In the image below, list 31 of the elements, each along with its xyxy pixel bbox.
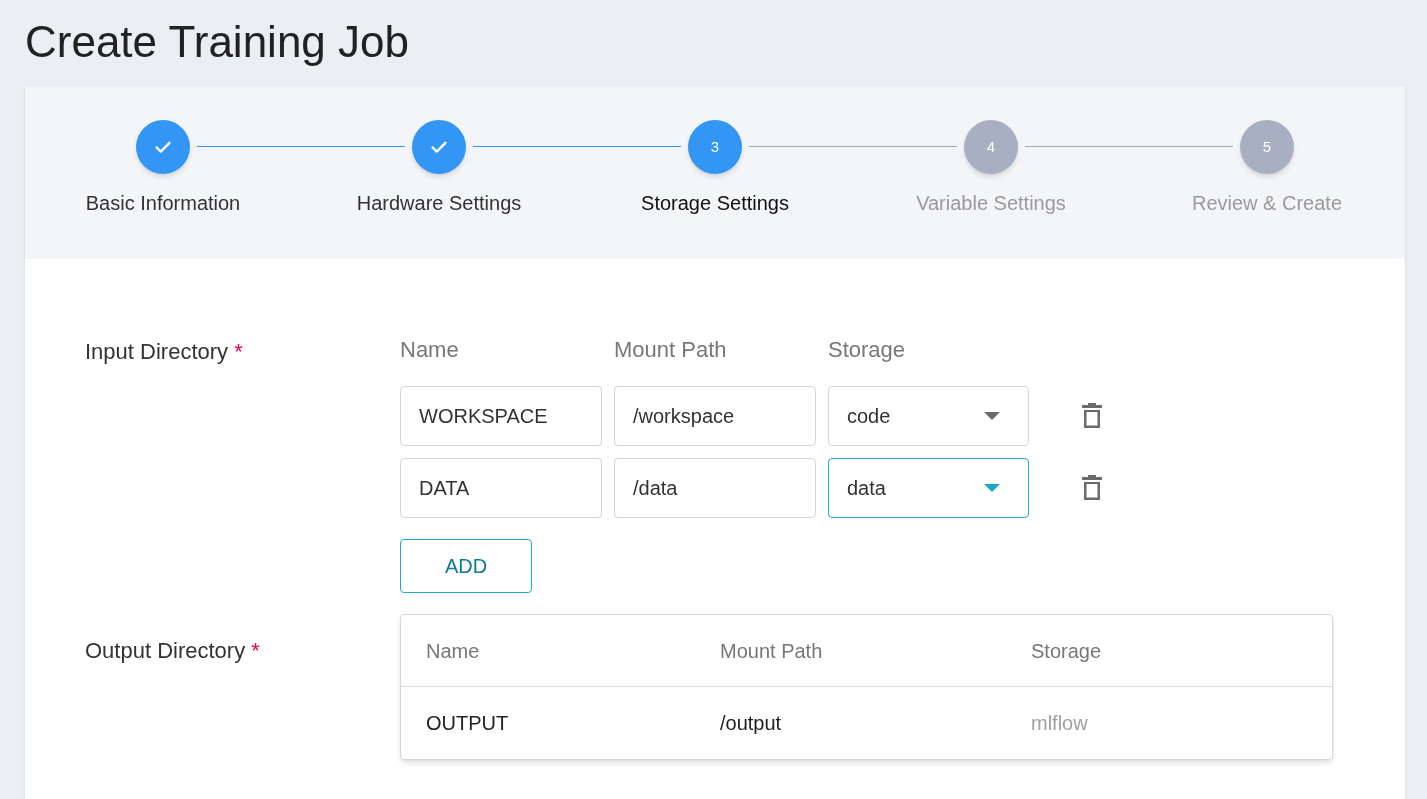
- caret-icon: [984, 484, 1000, 492]
- field-label: Input Directory *: [85, 339, 243, 364]
- column-header: Mount Path: [614, 336, 728, 364]
- step-label: Storage Settings: [641, 191, 789, 216]
- column-header: Storage: [1031, 638, 1102, 664]
- column-header: Storage: [828, 336, 907, 364]
- step-label: Basic Information: [85, 191, 241, 216]
- step-number: 3: [710, 136, 720, 157]
- page-title: Create Training Job: [25, 16, 410, 68]
- add-button[interactable]: ADD: [400, 539, 532, 593]
- storage-select[interactable]: code: [828, 386, 1029, 446]
- table-cell-text: OUTPUT: [426, 711, 510, 736]
- text-field[interactable]: WORKSPACE: [400, 386, 602, 446]
- step-number: 4: [986, 136, 996, 157]
- trash-icon[interactable]: [1081, 402, 1103, 430]
- column-header: Name: [400, 336, 460, 364]
- text-field[interactable]: DATA: [400, 458, 602, 518]
- storage-select[interactable]: data: [828, 458, 1029, 518]
- step-label: Variable Settings: [916, 191, 1066, 216]
- trash-icon[interactable]: [1081, 474, 1103, 502]
- column-header: Mount Path: [720, 638, 824, 664]
- step-label: Review & Create: [1191, 191, 1343, 216]
- step-number: 5: [1262, 136, 1272, 157]
- table-cell-text: mlflow: [1031, 711, 1088, 736]
- text-field[interactable]: /data: [614, 458, 816, 518]
- caret-icon: [984, 412, 1000, 420]
- field-label: Output Directory *: [85, 638, 260, 663]
- column-header: Name: [426, 638, 481, 664]
- step-label: Hardware Settings: [356, 191, 522, 216]
- table-cell-text: /output: [720, 711, 783, 736]
- text-field[interactable]: /workspace: [614, 386, 816, 446]
